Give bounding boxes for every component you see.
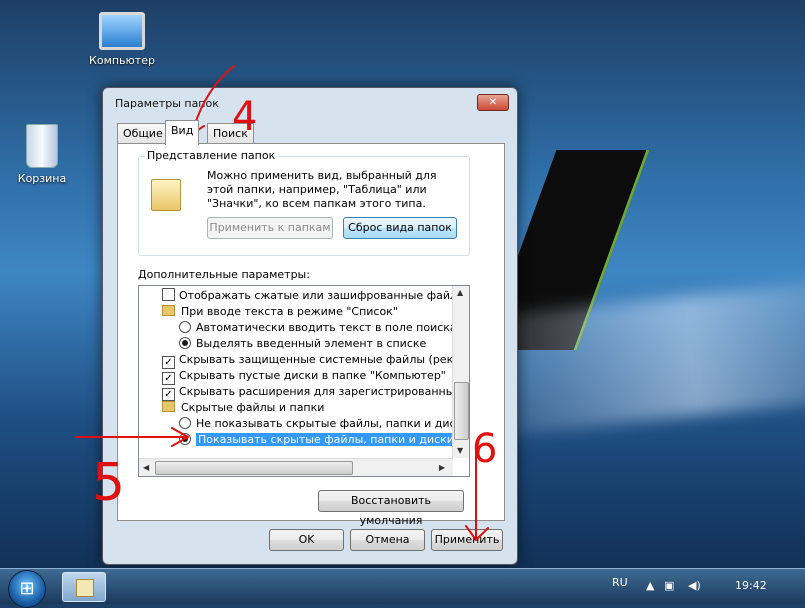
folder-icon bbox=[162, 401, 175, 412]
advanced-settings-label: Дополнительные параметры: bbox=[138, 268, 310, 281]
scroll-left-icon[interactable]: ◀ bbox=[143, 463, 149, 472]
clock[interactable]: 19:42 bbox=[735, 579, 767, 592]
list-item[interactable]: Выделять введенный элемент в списке bbox=[179, 336, 426, 352]
folder-options-icon bbox=[76, 579, 94, 597]
list-item[interactable]: ✓ Скрывать пустые диски в папке "Компьюте… bbox=[162, 368, 446, 385]
restore-defaults-button[interactable]: Восстановить умолчания bbox=[318, 490, 464, 527]
reset-folders-button[interactable]: Сброс вида папок bbox=[343, 217, 457, 239]
list-item-folder: Скрытые файлы и папки bbox=[162, 400, 324, 416]
checkbox[interactable] bbox=[162, 288, 175, 301]
network-icon[interactable]: ▣ bbox=[664, 579, 674, 592]
dialog-title: Параметры папок bbox=[115, 97, 219, 110]
cancel-button[interactable]: Отмена bbox=[350, 529, 425, 551]
desktop-icon-label: Компьютер bbox=[89, 54, 155, 67]
radio-button[interactable] bbox=[179, 337, 191, 349]
tab-general[interactable]: Общие bbox=[117, 123, 169, 144]
scroll-thumb[interactable] bbox=[454, 382, 469, 440]
desktop-icon-computer[interactable]: Компьютер bbox=[82, 12, 162, 67]
windows-logo-icon: ⊞ bbox=[19, 578, 35, 599]
list-item[interactable]: Отображать сжатые или зашифрованные файл… bbox=[162, 288, 469, 304]
apply-button[interactable]: Применить bbox=[431, 529, 503, 551]
ok-button[interactable]: OK bbox=[269, 529, 344, 551]
scroll-right-icon[interactable]: ▶ bbox=[439, 463, 445, 472]
list-item-folder: При вводе текста в режиме "Список" bbox=[162, 304, 398, 320]
advanced-settings-list[interactable]: Отображать сжатые или зашифрованные файл… bbox=[138, 285, 470, 477]
apply-to-folders-button[interactable]: Применить к папкам bbox=[207, 217, 333, 239]
scroll-up-icon[interactable]: ▲ bbox=[457, 288, 463, 297]
vertical-scrollbar[interactable]: ▲ ▼ bbox=[452, 286, 469, 458]
start-button[interactable]: ⊞ bbox=[8, 570, 46, 608]
recycle-bin-icon bbox=[26, 124, 58, 168]
scroll-down-icon[interactable]: ▼ bbox=[457, 446, 463, 455]
folder-options-dialog: Параметры папок ✕ Общие Вид Поиск Предст… bbox=[102, 87, 518, 565]
folder-view-icon bbox=[151, 179, 181, 211]
radio-button[interactable] bbox=[179, 433, 191, 445]
computer-icon bbox=[99, 12, 145, 50]
folder-views-group: Представление папок Можно применить вид,… bbox=[138, 149, 470, 256]
list-item-selected[interactable]: Показывать скрытые файлы, папки и диски bbox=[179, 432, 456, 448]
folder-views-description: Можно применить вид, выбранный для этой … bbox=[207, 169, 437, 210]
close-button[interactable]: ✕ bbox=[477, 94, 509, 111]
show-hidden-icons-icon[interactable]: ▲ bbox=[646, 579, 654, 592]
list-item[interactable]: Автоматически вводить текст в поле поиск… bbox=[179, 320, 457, 336]
radio-button[interactable] bbox=[179, 417, 191, 429]
radio-button[interactable] bbox=[179, 321, 191, 333]
tab-panel-view: Представление папок Можно применить вид,… bbox=[117, 143, 505, 527]
group-title: Представление папок bbox=[145, 149, 278, 162]
taskbar: ⊞ RU ▲ ▣ ◀) 19:42 bbox=[0, 568, 805, 608]
scroll-thumb[interactable] bbox=[155, 461, 353, 475]
list-item[interactable]: ✓ Скрывать расширения для зарегистрирован… bbox=[162, 384, 469, 401]
taskbar-app-folder-options[interactable] bbox=[62, 572, 106, 602]
desktop-icon-recycle-bin[interactable]: Корзина bbox=[2, 124, 82, 185]
language-indicator[interactable]: RU bbox=[612, 576, 628, 589]
list-item[interactable]: Не показывать скрытые файлы, папки и дис… bbox=[179, 416, 469, 432]
horizontal-scrollbar[interactable]: ◀ ▶ bbox=[139, 458, 453, 476]
tab-search[interactable]: Поиск bbox=[207, 123, 254, 144]
desktop-icon-label: Корзина bbox=[17, 172, 67, 185]
folder-icon bbox=[162, 305, 175, 316]
tab-view[interactable]: Вид bbox=[165, 120, 200, 145]
list-item[interactable]: ✓ Скрывать защищенные системные файлы (ре… bbox=[162, 352, 469, 369]
volume-icon[interactable]: ◀) bbox=[688, 579, 701, 592]
